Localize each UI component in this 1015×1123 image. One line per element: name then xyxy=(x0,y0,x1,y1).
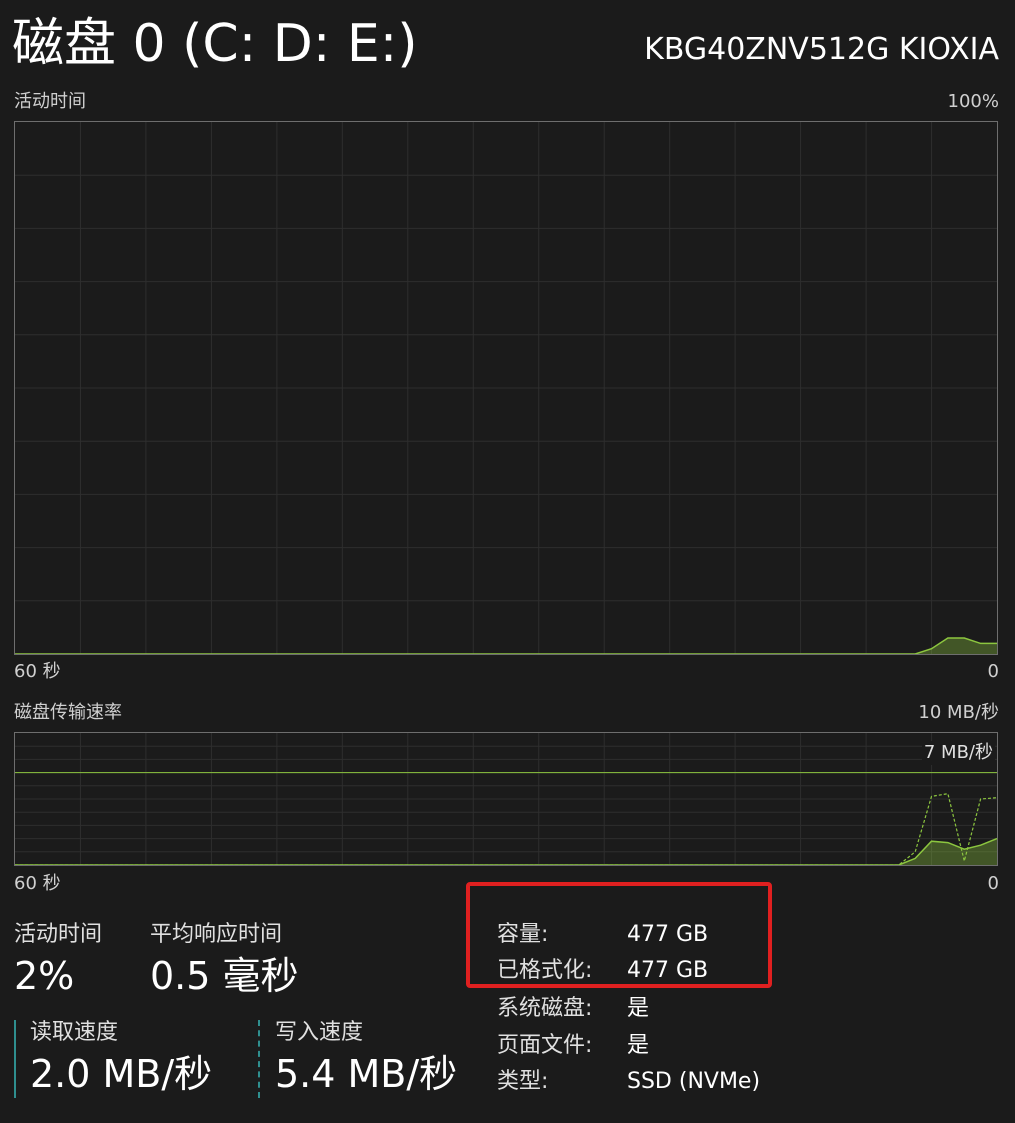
system-disk-value: 是 xyxy=(627,996,650,1021)
system-disk-label: 系统磁盘: xyxy=(497,996,593,1021)
transfer-rate-graph: 7 MB/秒 xyxy=(14,732,998,866)
read-speed-label: 读取速度 xyxy=(30,1020,119,1045)
write-speed-value: 5.4 MB/秒 xyxy=(275,1052,458,1096)
page-file-label: 页面文件: xyxy=(497,1033,593,1058)
type-value: SSD (NVMe) xyxy=(627,1069,761,1094)
transfer-chart-x-right: 0 xyxy=(987,873,999,894)
active-time-area xyxy=(15,638,997,654)
active-chart-x-left: 60 秒 xyxy=(14,661,61,682)
write-speed-label: 写入速度 xyxy=(275,1020,364,1045)
active-time-chart xyxy=(15,122,997,654)
active-chart-x-right: 0 xyxy=(987,661,999,682)
page-file-value: 是 xyxy=(627,1033,650,1058)
active-time-line xyxy=(15,637,997,654)
avg-response-value: 0.5 毫秒 xyxy=(150,954,299,998)
active-time-label: 活动时间 xyxy=(14,922,103,947)
write-speed-line xyxy=(15,793,997,865)
highlight-box xyxy=(466,882,772,988)
read-speed-indicator xyxy=(14,1020,16,1098)
transfer-chart-max-label: 10 MB/秒 xyxy=(918,702,999,723)
read-speed-value: 2.0 MB/秒 xyxy=(30,1052,213,1096)
transfer-chart-label: 磁盘传输速率 xyxy=(14,702,122,723)
transfer-rate-chart xyxy=(15,733,997,865)
active-chart-max-label: 100% xyxy=(947,91,999,112)
transfer-grid xyxy=(15,733,997,865)
avg-response-label: 平均响应时间 xyxy=(150,922,283,947)
type-label: 类型: xyxy=(497,1069,549,1094)
page-title: 磁盘 0 (C: D: E:) xyxy=(12,14,418,74)
active-grid xyxy=(15,122,997,654)
active-chart-label: 活动时间 xyxy=(14,91,86,112)
active-time-graph xyxy=(14,121,998,655)
transfer-ref-line-label: 7 MB/秒 xyxy=(921,741,995,765)
active-time-value: 2% xyxy=(14,954,75,998)
disk-model: KBG40ZNV512G KIOXIA xyxy=(644,32,999,67)
transfer-chart-x-left: 60 秒 xyxy=(14,873,61,894)
write-speed-indicator xyxy=(258,1020,260,1098)
